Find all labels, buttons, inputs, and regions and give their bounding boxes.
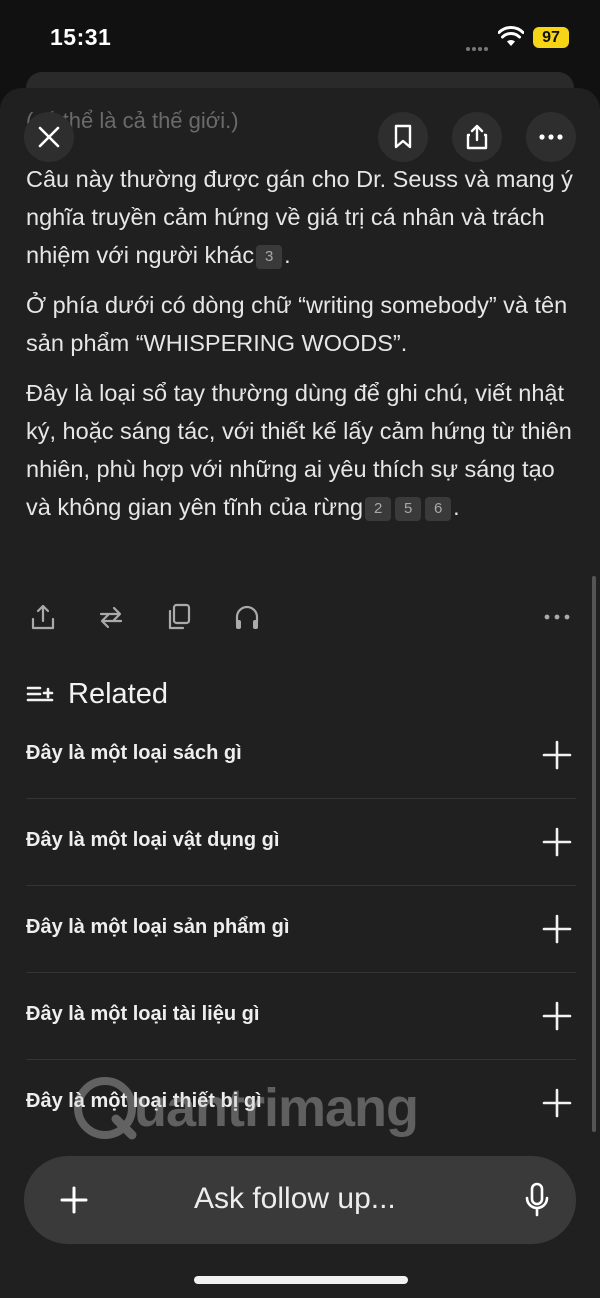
answer-text: Câu này thường được gán cho Dr. Seuss và… <box>26 160 574 538</box>
more-icon <box>539 134 563 140</box>
ask-follow-up-bar[interactable]: Ask follow up... <box>24 1156 576 1244</box>
home-indicator <box>194 1276 408 1284</box>
answer-paragraph-1: Câu này thường được gán cho Dr. Seuss và… <box>26 166 573 269</box>
plus-icon <box>542 740 572 770</box>
microphone-icon[interactable] <box>524 1182 550 1218</box>
status-bar: 15:31 97 <box>0 0 600 80</box>
cellular-signal-icon <box>466 38 494 51</box>
citation-badge[interactable]: 6 <box>425 496 452 521</box>
rewrite-icon[interactable] <box>96 602 126 632</box>
related-list-icon <box>26 686 54 702</box>
status-time: 15:31 <box>50 24 112 50</box>
scrollbar[interactable] <box>592 576 596 1132</box>
citation-badge[interactable]: 3 <box>256 244 283 269</box>
bookmark-icon <box>394 124 412 149</box>
bookmark-button[interactable] <box>378 112 428 162</box>
answer-sheet: (có thể là cả thế giới.) Câu này thường … <box>0 88 600 1298</box>
answer-actions <box>26 598 574 638</box>
more-icon[interactable] <box>542 602 572 632</box>
plus-icon <box>542 1001 572 1031</box>
share-icon <box>466 124 488 150</box>
citation-badge[interactable]: 5 <box>395 496 422 521</box>
plus-icon <box>542 827 572 857</box>
watermark: uantrimang <box>70 1073 419 1143</box>
close-icon <box>38 126 60 148</box>
plus-icon[interactable] <box>60 1186 88 1214</box>
upload-icon[interactable] <box>28 602 58 632</box>
close-button[interactable] <box>24 112 74 162</box>
related-item[interactable]: Đây là một loại vật dụng gì <box>26 799 576 886</box>
related-item[interactable]: Đây là một loại sản phẩm gì <box>26 886 576 973</box>
watermark-text: uantrimang <box>134 1078 419 1138</box>
copy-icon[interactable] <box>164 602 194 632</box>
related-header: Related <box>26 674 168 714</box>
answer-paragraph-3: Đây là loại sổ tay thường dùng để ghi ch… <box>26 380 572 521</box>
plus-icon <box>542 914 572 944</box>
answer-paragraph-2: Ở phía dưới có dòng chữ “writing somebod… <box>26 292 568 356</box>
related-title: Related <box>68 677 168 710</box>
citation-badge[interactable]: 2 <box>365 496 392 521</box>
battery-indicator: 97 <box>533 27 569 48</box>
related-item[interactable]: Đây là một loại tài liệu gì <box>26 973 576 1060</box>
ask-follow-up-input[interactable]: Ask follow up... <box>194 1182 396 1216</box>
more-options-button[interactable] <box>526 112 576 162</box>
headphones-icon[interactable] <box>232 602 262 632</box>
watermark-logo-icon <box>74 1077 137 1140</box>
wifi-icon <box>498 26 524 46</box>
plus-icon <box>542 1088 572 1118</box>
share-button[interactable] <box>452 112 502 162</box>
related-item[interactable]: Đây là một loại sách gì <box>26 712 576 799</box>
